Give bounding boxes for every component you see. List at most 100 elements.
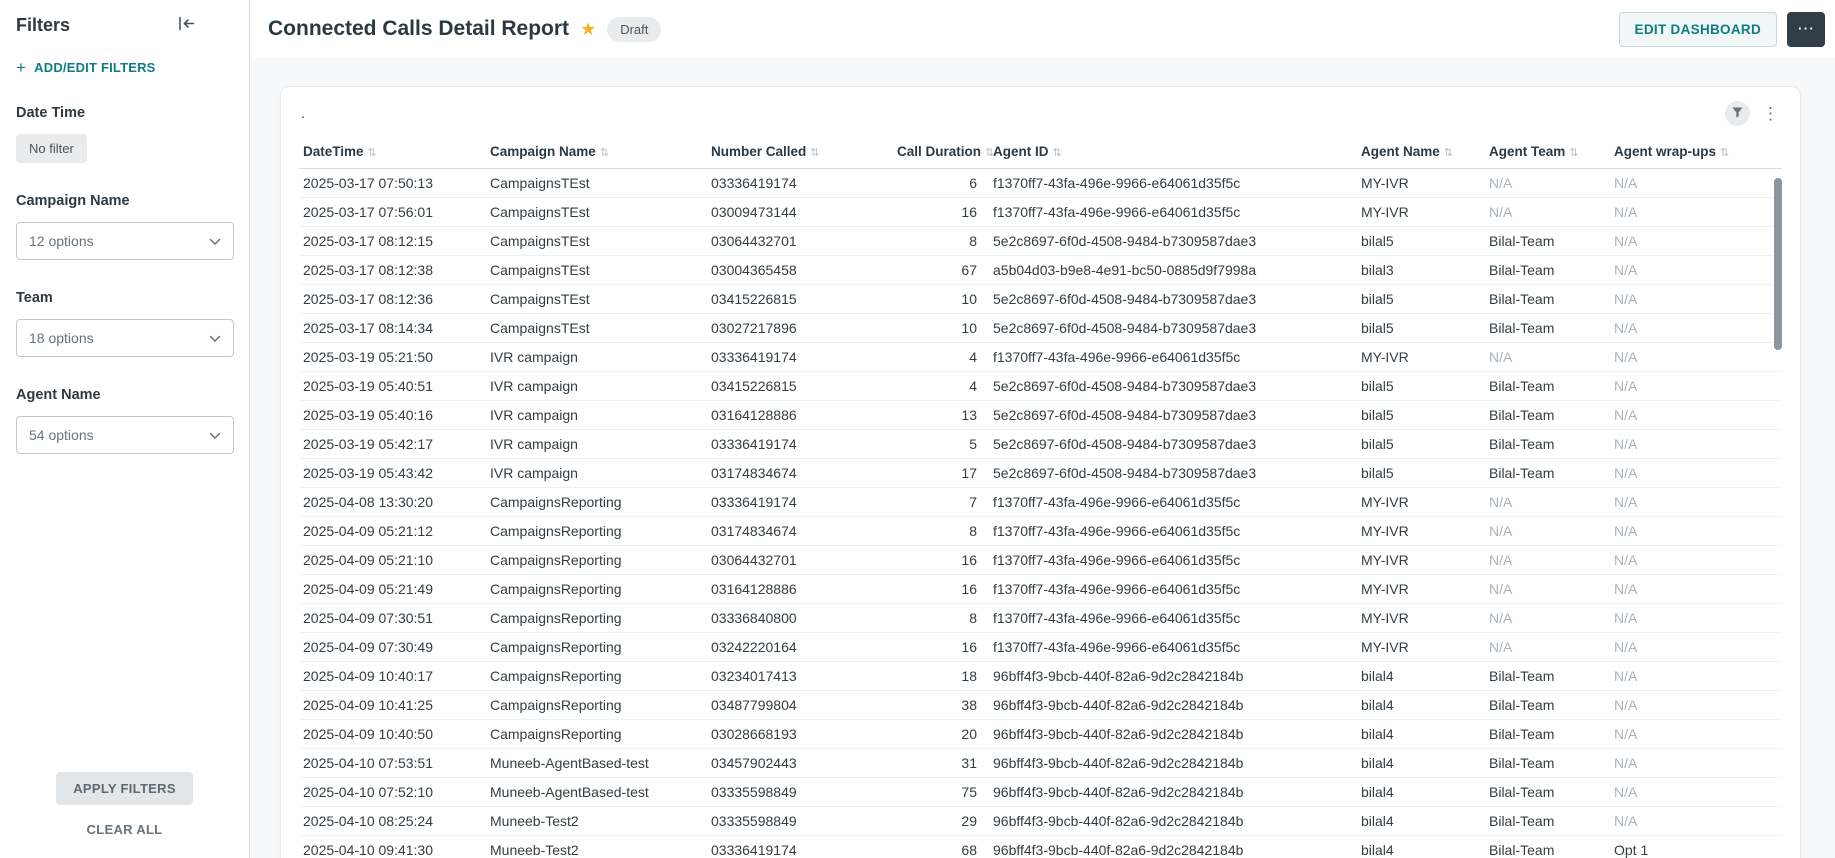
column-header-agent-name[interactable]: Agent Name⇅ (1357, 135, 1485, 169)
table-cell: 2025-03-19 05:43:42 (299, 459, 486, 488)
table-cell: Muneeb-Test2 (486, 807, 707, 836)
table-cell: N/A (1485, 546, 1610, 575)
table-row[interactable]: 2025-04-09 07:30:49CampaignsReporting032… (299, 633, 1782, 662)
column-header-call-duration[interactable]: Call Duration⇅ (893, 135, 989, 169)
table-cell: 4 (893, 372, 989, 401)
table-row[interactable]: 2025-03-17 08:12:15CampaignsTEst03064432… (299, 227, 1782, 256)
clear-all-button[interactable]: CLEAR ALL (81, 821, 169, 838)
table-row[interactable]: 2025-03-17 08:14:34CampaignsTEst03027217… (299, 314, 1782, 343)
table-row[interactable]: 2025-03-17 07:50:13CampaignsTEst03336419… (299, 169, 1782, 198)
table-row[interactable]: 2025-04-09 05:21:12CampaignsReporting031… (299, 517, 1782, 546)
table-cell: MY-IVR (1357, 546, 1485, 575)
table-cell: CampaignsReporting (486, 546, 707, 575)
table-row[interactable]: 2025-04-09 10:41:25CampaignsReporting034… (299, 691, 1782, 720)
collapse-sidebar-button[interactable] (174, 14, 199, 36)
column-header-label: Call Duration (897, 144, 981, 159)
table-scrollbar[interactable] (1774, 170, 1782, 810)
table-cell: 2025-03-17 08:12:36 (299, 285, 486, 314)
edit-dashboard-button[interactable]: EDIT DASHBOARD (1619, 12, 1777, 47)
sort-icon[interactable]: ⇅ (1053, 147, 1062, 159)
sort-icon[interactable]: ⇅ (1569, 147, 1578, 159)
column-header-label: DateTime (303, 144, 364, 159)
add-edit-filters-label: ADD/EDIT FILTERS (34, 60, 155, 75)
table-cell: 8 (893, 604, 989, 633)
table-cell: CampaignsTEst (486, 314, 707, 343)
table-row[interactable]: 2025-03-17 07:56:01CampaignsTEst03009473… (299, 198, 1782, 227)
table-row[interactable]: 2025-04-09 07:30:51CampaignsReporting033… (299, 604, 1782, 633)
filter-group-datetime: Date Time No filter (16, 105, 233, 163)
apply-filters-button[interactable]: APPLY FILTERS (56, 772, 193, 805)
column-header-agent-wrap-ups[interactable]: Agent wrap-ups⇅ (1610, 135, 1782, 169)
table-cell: N/A (1485, 517, 1610, 546)
table-row[interactable]: 2025-04-09 05:21:49CampaignsReporting031… (299, 575, 1782, 604)
table-cell: f1370ff7-43fa-496e-9966-e64061d35f5c (989, 604, 1357, 633)
table-row[interactable]: 2025-03-17 08:12:36CampaignsTEst03415226… (299, 285, 1782, 314)
table-cell: a5b04d03-b9e8-4e91-bc50-0885d9f7998a (989, 256, 1357, 285)
table-row[interactable]: 2025-03-19 05:40:51IVR campaign034152268… (299, 372, 1782, 401)
widget-menu-button[interactable]: ⋮ (1759, 105, 1782, 122)
table-cell: 03336419174 (707, 430, 893, 459)
table-cell: 03335598849 (707, 807, 893, 836)
table-row[interactable]: 2025-04-10 07:52:10Muneeb-AgentBased-tes… (299, 778, 1782, 807)
filter-group-agent-name: Agent Name 54 options (16, 387, 233, 454)
table-cell: f1370ff7-43fa-496e-9966-e64061d35f5c (989, 198, 1357, 227)
column-header-label: Agent ID (993, 144, 1049, 159)
table-cell: 6 (893, 169, 989, 198)
sort-icon[interactable]: ⇅ (368, 147, 377, 159)
sort-icon[interactable]: ⇅ (600, 147, 609, 159)
team-select[interactable]: 18 options (16, 319, 234, 357)
table-cell: Bilal-Team (1485, 720, 1610, 749)
column-header-datetime[interactable]: DateTime ⇅ (299, 135, 486, 169)
sort-icon[interactable]: ⇅ (810, 147, 819, 159)
table-row[interactable]: 2025-04-10 08:25:24Muneeb-Test2033355988… (299, 807, 1782, 836)
sort-icon[interactable]: ⇅ (1444, 147, 1453, 159)
table-row[interactable]: 2025-03-19 05:21:50IVR campaign033364191… (299, 343, 1782, 372)
chevron-down-icon (209, 330, 221, 346)
table-cell: 03336419174 (707, 488, 893, 517)
more-options-button[interactable]: ⋯ (1787, 12, 1825, 47)
table-cell: 8 (893, 227, 989, 256)
favorite-star-icon[interactable]: ★ (580, 20, 596, 38)
agent-name-select[interactable]: 54 options (16, 416, 234, 454)
datetime-filter-chip[interactable]: No filter (16, 134, 87, 163)
table-cell: N/A (1610, 720, 1782, 749)
table-row[interactable]: 2025-03-19 05:43:42IVR campaign031748346… (299, 459, 1782, 488)
table-row[interactable]: 2025-04-09 10:40:50CampaignsReporting030… (299, 720, 1782, 749)
column-header-agent-team[interactable]: Agent Team⇅ (1485, 135, 1610, 169)
widget-filter-button[interactable] (1725, 101, 1750, 126)
page-title: Connected Calls Detail Report (268, 17, 569, 41)
scrollbar-thumb[interactable] (1774, 178, 1782, 350)
table-cell: 96bff4f3-9bcb-440f-82a6-9d2c2842184b (989, 749, 1357, 778)
filter-label-datetime: Date Time (16, 105, 233, 121)
table-cell: 03336840800 (707, 604, 893, 633)
table-cell: 2025-03-19 05:40:51 (299, 372, 486, 401)
table-row[interactable]: 2025-03-19 05:42:17IVR campaign033364191… (299, 430, 1782, 459)
table-cell: 2025-04-09 05:21:12 (299, 517, 486, 546)
table-cell: 03487799804 (707, 691, 893, 720)
table-row[interactable]: 2025-03-19 05:40:16IVR campaign031641288… (299, 401, 1782, 430)
column-header-number-called[interactable]: Number Called⇅ (707, 135, 893, 169)
column-header-campaign-name[interactable]: Campaign Name⇅ (486, 135, 707, 169)
table-cell: f1370ff7-43fa-496e-9966-e64061d35f5c (989, 169, 1357, 198)
table-row[interactable]: 2025-04-08 13:30:20CampaignsReporting033… (299, 488, 1782, 517)
table-row[interactable]: 2025-04-09 10:40:17CampaignsReporting032… (299, 662, 1782, 691)
table-cell: N/A (1610, 372, 1782, 401)
column-header-agent-id[interactable]: Agent ID ⇅ (989, 135, 1357, 169)
add-edit-filters-button[interactable]: + ADD/EDIT FILTERS (16, 60, 156, 75)
table-cell: 96bff4f3-9bcb-440f-82a6-9d2c2842184b (989, 807, 1357, 836)
filter-label-team: Team (16, 290, 233, 306)
sort-icon[interactable]: ⇅ (1720, 147, 1729, 159)
table-cell: 2025-04-09 05:21:10 (299, 546, 486, 575)
table-row[interactable]: 2025-04-10 07:53:51Muneeb-AgentBased-tes… (299, 749, 1782, 778)
table-cell: bilal5 (1357, 459, 1485, 488)
table-cell: 17 (893, 459, 989, 488)
table-row[interactable]: 2025-04-09 05:21:10CampaignsReporting030… (299, 546, 1782, 575)
table-row[interactable]: 2025-04-10 09:41:30Muneeb-Test2033364191… (299, 836, 1782, 858)
table-cell: N/A (1485, 343, 1610, 372)
draft-status-badge: Draft (607, 17, 661, 42)
table-row[interactable]: 2025-03-17 08:12:38CampaignsTEst03004365… (299, 256, 1782, 285)
table-cell: N/A (1610, 285, 1782, 314)
table-cell: IVR campaign (486, 343, 707, 372)
campaign-name-select[interactable]: 12 options (16, 222, 234, 260)
table-cell: 2025-03-17 08:14:34 (299, 314, 486, 343)
